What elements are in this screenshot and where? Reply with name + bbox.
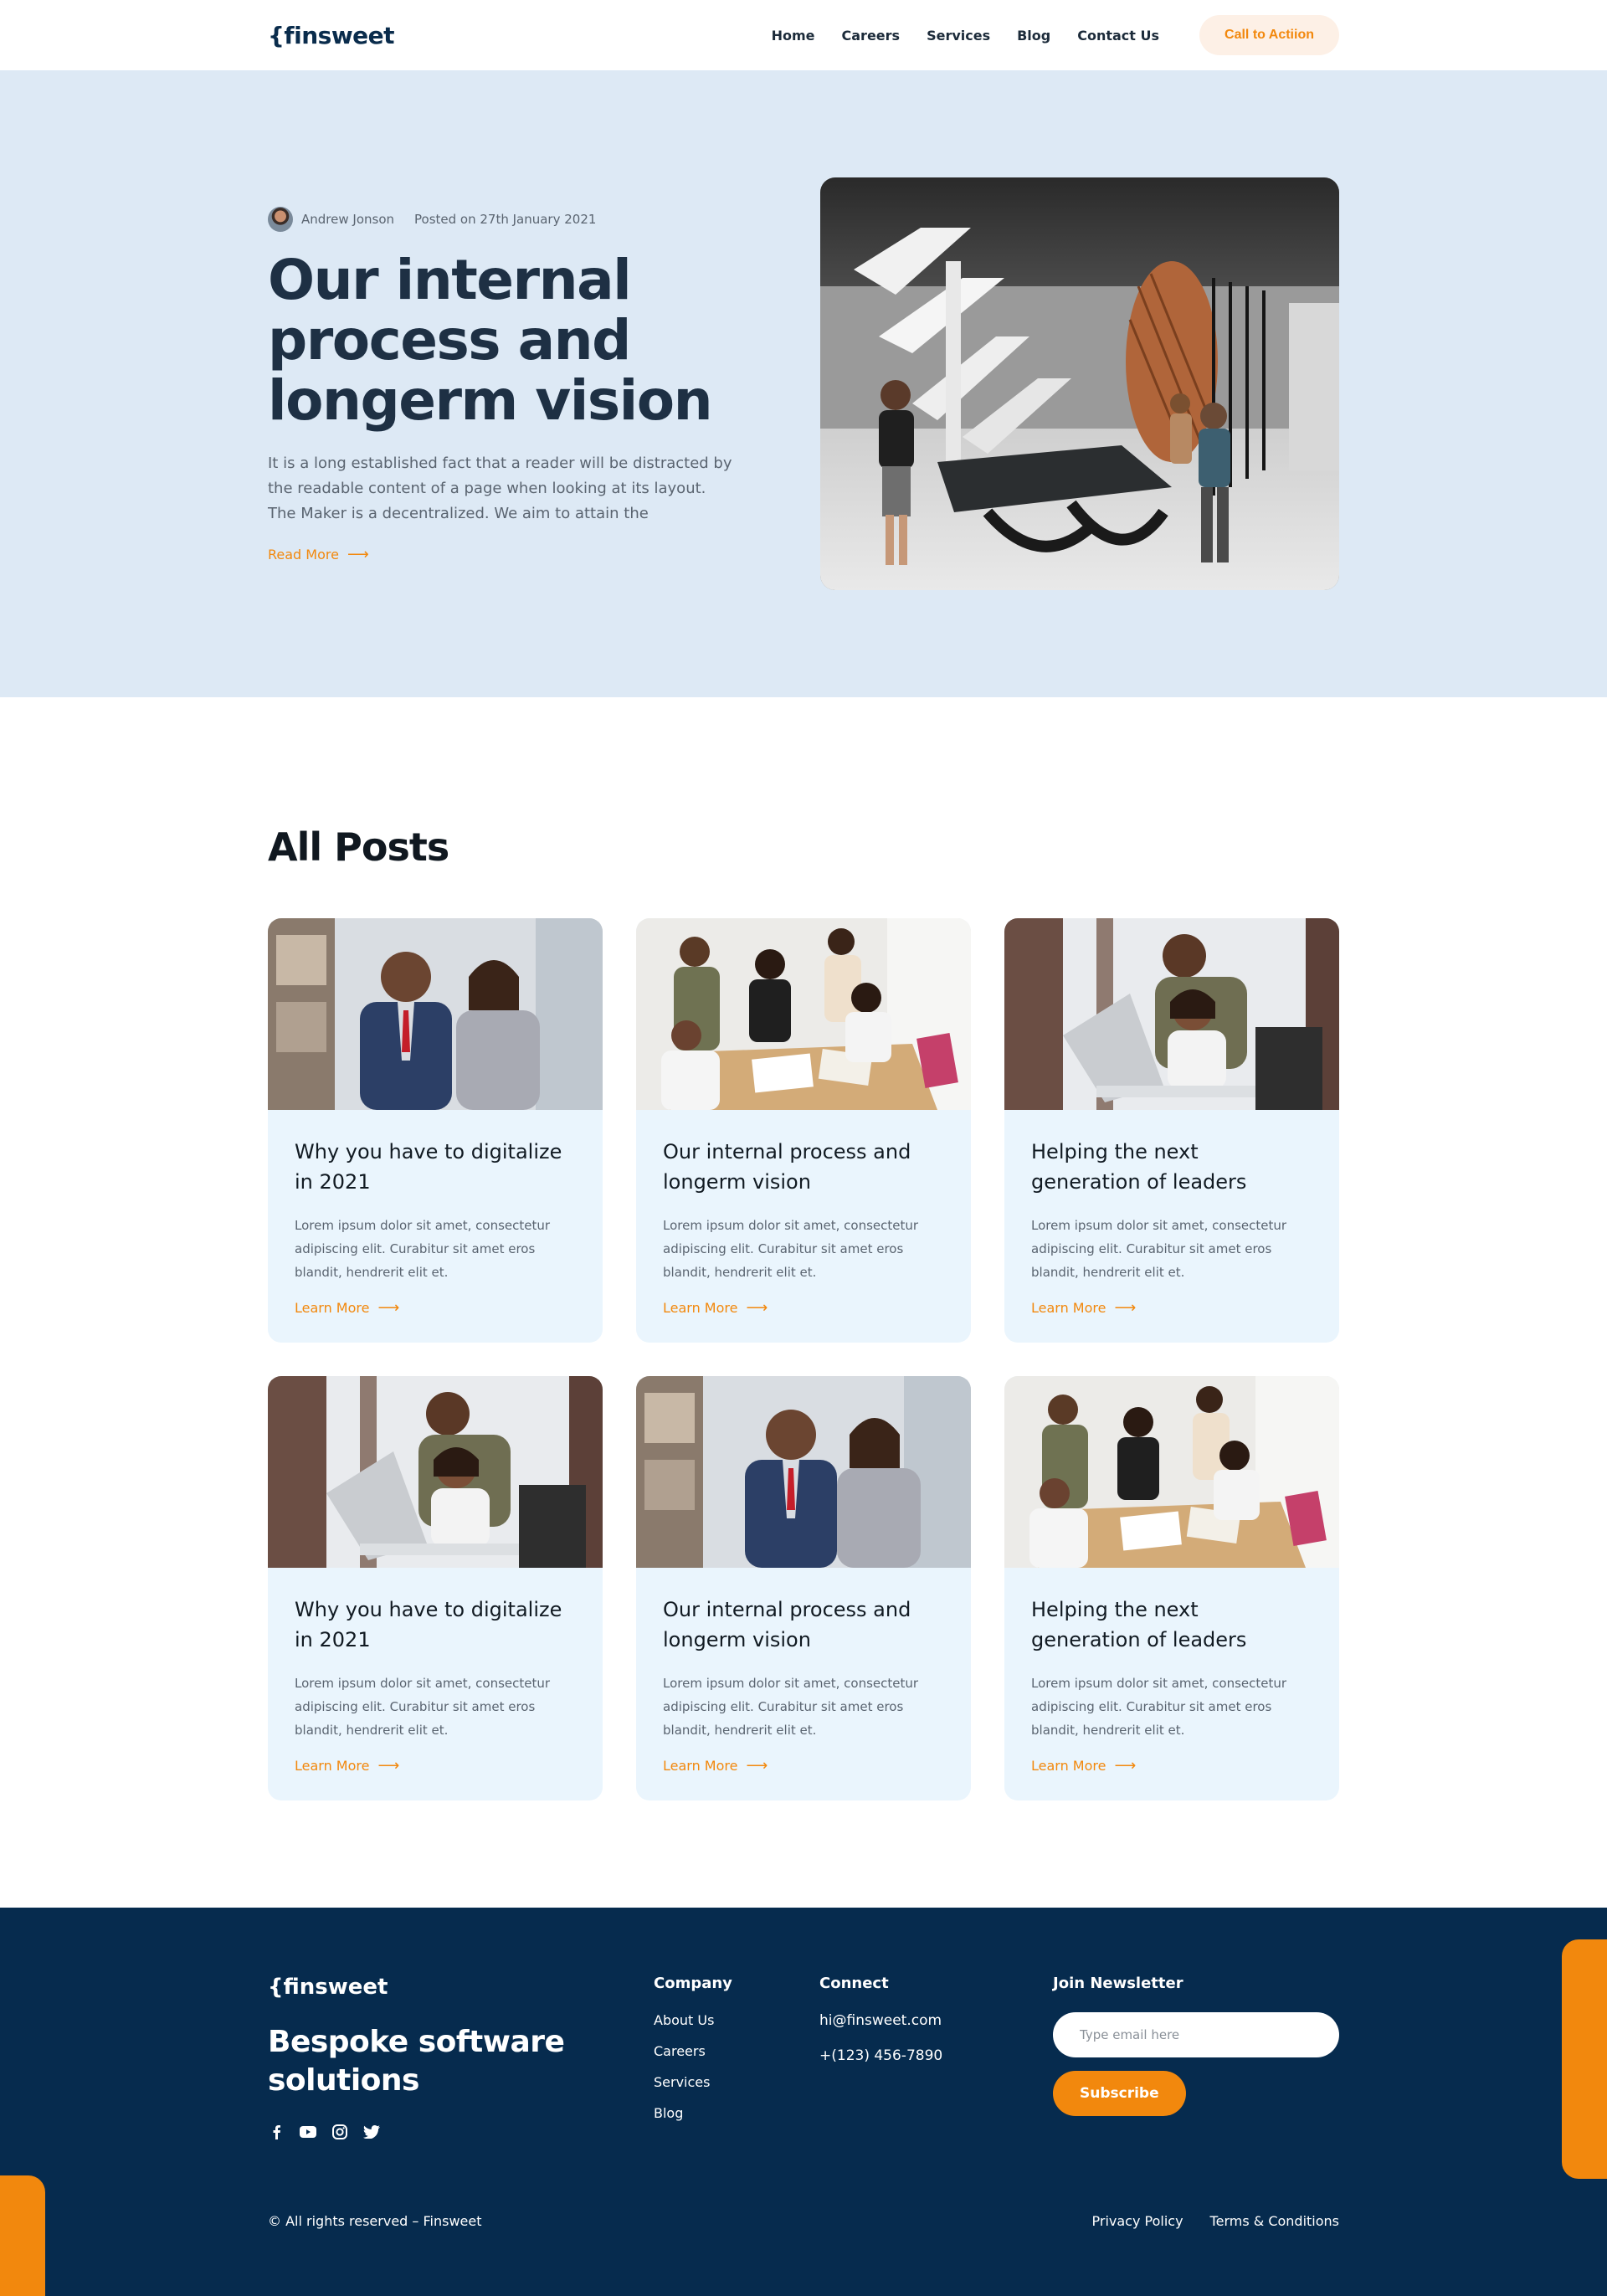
arrow-right-icon: ⟶ xyxy=(377,1757,400,1775)
logo[interactable]: {finsweet xyxy=(268,22,395,49)
all-posts-section: All Posts Why you have to digitalize in … xyxy=(0,697,1607,1908)
post-image-business-couple xyxy=(268,918,603,1110)
footer-link-blog[interactable]: Blog xyxy=(654,2105,732,2121)
nav-home[interactable]: Home xyxy=(772,28,815,44)
footer-link-careers[interactable]: Careers xyxy=(654,2043,732,2059)
instagram-icon[interactable] xyxy=(331,2124,348,2140)
post-excerpt: Lorem ipsum dolor sit amet, consectetur … xyxy=(663,1676,919,1738)
post-title[interactable]: Why you have to digitalize in 2021 xyxy=(295,1137,576,1197)
learn-more-link[interactable]: Learn More ⟶ xyxy=(295,1299,576,1317)
post-card[interactable]: Helping the next generation of leaders L… xyxy=(1004,1376,1339,1800)
author-avatar xyxy=(268,207,293,232)
arrow-right-icon: ⟶ xyxy=(746,1299,768,1317)
contact-email-link[interactable]: hi@finsweet.com xyxy=(819,2012,942,2029)
footer-logo[interactable]: {finsweet xyxy=(268,1975,388,2000)
author-name: Andrew Jonson xyxy=(301,212,394,227)
footer-connect-column: Connect hi@finsweet.com +(123) 456-7890 xyxy=(819,1975,942,2083)
nav-links: Home Careers Services Blog Contact Us Ca… xyxy=(772,15,1339,55)
nav-services[interactable]: Services xyxy=(927,28,990,44)
learn-more-link[interactable]: Learn More ⟶ xyxy=(663,1757,944,1775)
learn-more-link[interactable]: Learn More ⟶ xyxy=(1031,1757,1312,1775)
post-image-team-meeting xyxy=(636,918,971,1110)
terms-link[interactable]: Terms & Conditions xyxy=(1210,2213,1339,2229)
newsletter-heading: Join Newsletter xyxy=(1053,1975,1183,1992)
post-title[interactable]: Our internal process and longerm vision xyxy=(663,1595,944,1655)
section-title: All Posts xyxy=(268,824,449,870)
youtube-icon[interactable] xyxy=(300,2124,316,2140)
nav-blog[interactable]: Blog xyxy=(1017,28,1050,44)
footer-link-about[interactable]: About Us xyxy=(654,2012,732,2028)
post-excerpt: Lorem ipsum dolor sit amet, consectetur … xyxy=(1031,1218,1287,1280)
post-image-mother-child-laptop xyxy=(1004,918,1339,1110)
hero-title: Our internal process and longerm vision xyxy=(268,248,713,433)
footer-tagline: Bespoke software solutions xyxy=(268,2025,565,2098)
copyright: © All rights reserved – Finsweet xyxy=(268,2213,482,2229)
footer-link-services[interactable]: Services xyxy=(654,2074,732,2090)
arrow-right-icon: ⟶ xyxy=(746,1757,768,1775)
posts-grid: Why you have to digitalize in 2021 Lorem… xyxy=(268,918,1339,1800)
newsletter-column: Join Newsletter Subscribe xyxy=(1053,1975,1339,2116)
contact-phone-link[interactable]: +(123) 456-7890 xyxy=(819,2047,942,2064)
learn-more-link[interactable]: Learn More ⟶ xyxy=(663,1299,944,1317)
post-date: Posted on 27th January 2021 xyxy=(414,212,597,227)
legal-links: Privacy Policy Terms & Conditions xyxy=(1092,2213,1340,2229)
post-card[interactable]: Why you have to digitalize in 2021 Lorem… xyxy=(268,918,603,1343)
post-meta: Andrew Jonson Posted on 27th January 202… xyxy=(268,207,596,232)
post-card[interactable]: Our internal process and longerm vision … xyxy=(636,1376,971,1800)
arrow-right-icon: ⟶ xyxy=(347,546,369,563)
privacy-policy-link[interactable]: Privacy Policy xyxy=(1092,2213,1183,2229)
post-excerpt: Lorem ipsum dolor sit amet, consectetur … xyxy=(663,1218,919,1280)
post-image-team-meeting xyxy=(1004,1376,1339,1568)
post-card[interactable]: Helping the next generation of leaders L… xyxy=(1004,918,1339,1343)
arrow-right-icon: ⟶ xyxy=(377,1299,400,1317)
post-title[interactable]: Our internal process and longerm vision xyxy=(663,1137,944,1197)
post-image-mother-child-laptop xyxy=(268,1376,603,1568)
post-card[interactable]: Our internal process and longerm vision … xyxy=(636,918,971,1343)
learn-more-label: Learn More xyxy=(295,1758,370,1774)
post-card[interactable]: Why you have to digitalize in 2021 Lorem… xyxy=(268,1376,603,1800)
cta-button[interactable]: Call to Actiion xyxy=(1199,15,1339,55)
hero-section: Andrew Jonson Posted on 27th January 202… xyxy=(0,70,1607,697)
arrow-right-icon: ⟶ xyxy=(1114,1757,1137,1775)
learn-more-label: Learn More xyxy=(663,1300,738,1316)
hero-image-office xyxy=(820,177,1339,590)
nav-careers[interactable]: Careers xyxy=(842,28,901,44)
footer-company-column: Company About Us Careers Services Blog xyxy=(654,1975,732,2136)
post-excerpt: Lorem ipsum dolor sit amet, consectetur … xyxy=(295,1676,551,1738)
learn-more-label: Learn More xyxy=(1031,1758,1106,1774)
nav-contact[interactable]: Contact Us xyxy=(1077,28,1159,44)
decorative-orange-shape xyxy=(0,2175,45,2296)
newsletter-email-input[interactable] xyxy=(1053,2012,1339,2057)
subscribe-button[interactable]: Subscribe xyxy=(1053,2071,1186,2116)
twitter-icon[interactable] xyxy=(363,2124,380,2140)
connect-heading: Connect xyxy=(819,1975,889,1992)
learn-more-link[interactable]: Learn More ⟶ xyxy=(295,1757,576,1775)
social-links xyxy=(268,2124,380,2140)
learn-more-link[interactable]: Learn More ⟶ xyxy=(1031,1299,1312,1317)
learn-more-label: Learn More xyxy=(295,1300,370,1316)
post-title[interactable]: Why you have to digitalize in 2021 xyxy=(295,1595,576,1655)
decorative-orange-shape xyxy=(1562,1939,1607,2179)
company-heading: Company xyxy=(654,1975,732,1992)
learn-more-label: Learn More xyxy=(1031,1300,1106,1316)
read-more-label: Read More xyxy=(268,547,339,562)
top-navbar: {finsweet Home Careers Services Blog Con… xyxy=(0,0,1607,70)
learn-more-label: Learn More xyxy=(663,1758,738,1774)
post-excerpt: Lorem ipsum dolor sit amet, consectetur … xyxy=(1031,1676,1287,1738)
facebook-icon[interactable] xyxy=(268,2124,285,2140)
post-title[interactable]: Helping the next generation of leaders xyxy=(1031,1595,1312,1655)
post-excerpt: Lorem ipsum dolor sit amet, consectetur … xyxy=(295,1218,551,1280)
hero-description: It is a long established fact that a rea… xyxy=(268,455,732,522)
arrow-right-icon: ⟶ xyxy=(1114,1299,1137,1317)
read-more-link[interactable]: Read More ⟶ xyxy=(268,546,369,563)
post-title[interactable]: Helping the next generation of leaders xyxy=(1031,1137,1312,1197)
post-image-business-couple xyxy=(636,1376,971,1568)
footer: {finsweet Bespoke software solutions Com… xyxy=(0,1908,1607,2296)
